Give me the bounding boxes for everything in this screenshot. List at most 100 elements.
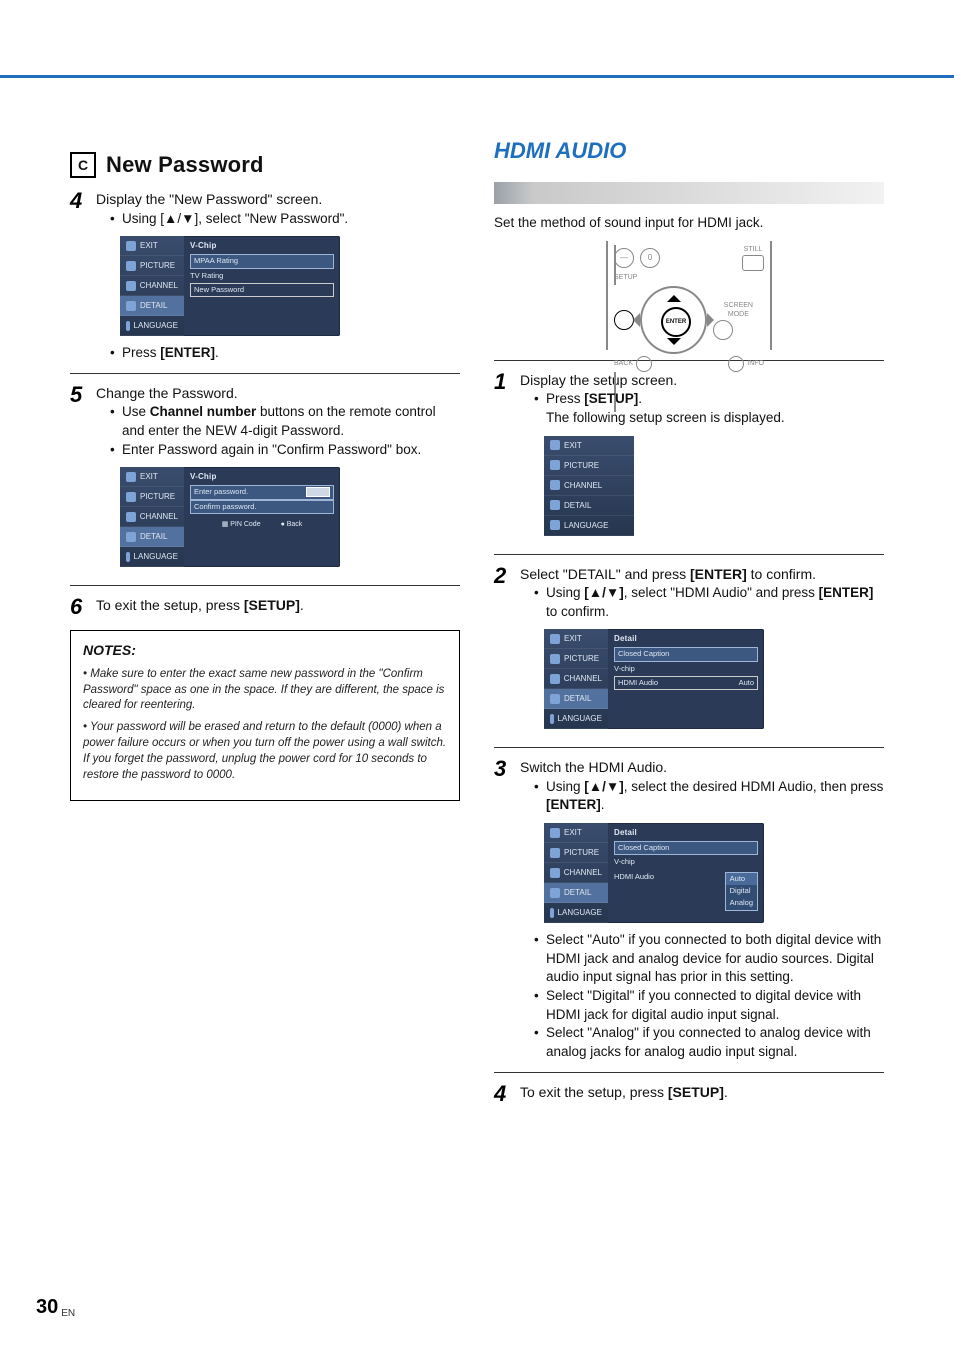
bullet-text: Using [▲/▼], select the desired HDMI Aud… xyxy=(546,779,883,813)
picture-icon xyxy=(126,261,136,271)
menu-item: EXIT xyxy=(140,471,158,482)
separator xyxy=(494,747,884,748)
menu-item: DETAIL xyxy=(564,500,591,511)
info-label: INFO xyxy=(747,359,764,369)
menu-item: CHANNEL xyxy=(564,867,602,878)
menu-item: CHANNEL xyxy=(140,511,178,522)
step-title: Display the setup screen. xyxy=(520,371,884,390)
detail-icon xyxy=(550,500,560,510)
intro-text: Set the method of sound input for HDMI j… xyxy=(494,214,884,233)
step-title: Select "DETAIL" and press [ENTER] to con… xyxy=(520,565,884,584)
bullet-subtext: The following setup screen is displayed. xyxy=(546,410,785,425)
osd-row-selected: New Password xyxy=(190,283,334,297)
osd-title: V-Chip xyxy=(190,471,334,482)
menu-item: LANGUAGE xyxy=(558,907,602,918)
channel-icon xyxy=(126,281,136,291)
detail-icon xyxy=(126,532,136,542)
language-icon xyxy=(550,714,554,724)
dpad: ENTER xyxy=(640,286,707,354)
step-number: 4 xyxy=(494,1083,512,1105)
menu-item: LANGUAGE xyxy=(134,320,178,331)
minus-button: — xyxy=(614,248,634,268)
step-number: 3 xyxy=(494,758,512,1061)
step-bullet: Select "Auto" if you connected to both d… xyxy=(534,931,884,987)
menu-item: LANGUAGE xyxy=(564,520,608,531)
channel-icon xyxy=(550,674,560,684)
step-number: 5 xyxy=(70,384,88,575)
osd-detail-hdmi: EXIT PICTURE CHANNEL DETAIL LANGUAGE Det… xyxy=(544,629,764,729)
language-icon xyxy=(550,908,554,918)
label: Enter password. xyxy=(194,487,248,497)
menu-item: EXIT xyxy=(140,240,158,251)
step-1: 1 Display the setup screen. Press [SETUP… xyxy=(494,371,884,544)
section-title-hdmi: HDMI AUDIO xyxy=(494,138,632,163)
menu-item: PICTURE xyxy=(564,460,599,471)
osd-footer: ▦ PIN Code ● Back xyxy=(190,520,334,530)
menu-item: PICTURE xyxy=(564,847,599,858)
section-letter-box: C xyxy=(70,152,96,178)
osd-row: V-chip xyxy=(614,855,758,869)
zero-button: 0 xyxy=(640,248,660,268)
back-button xyxy=(636,356,652,372)
step-6: 6 To exit the setup, press [SETUP]. xyxy=(70,596,460,618)
bullet-text: Press [ENTER]. xyxy=(122,345,219,360)
osd-title: Detail xyxy=(614,827,758,838)
step-title: Display the "New Password" screen. xyxy=(96,190,460,209)
menu-item: CHANNEL xyxy=(140,280,178,291)
step-5: 5 Change the Password. Use Channel numbe… xyxy=(70,384,460,575)
osd-vchip-new-password: EXIT PICTURE CHANNEL DETAIL LANGUAGE V-C… xyxy=(120,236,340,336)
osd-confirm-password: Confirm password. xyxy=(190,500,334,514)
osd-vchip-enter-password: EXIT PICTURE CHANNEL DETAIL LANGUAGE V-C… xyxy=(120,467,340,567)
step-bullet: Enter Password again in "Confirm Passwor… xyxy=(110,441,460,460)
down-arrow-icon xyxy=(667,338,681,352)
picture-icon xyxy=(550,460,560,470)
note-item: • Make sure to enter the exact same new … xyxy=(83,667,447,715)
osd-option-list: Auto Digital Analog xyxy=(725,872,758,911)
exit-icon xyxy=(550,634,560,644)
page-number: 30 EN xyxy=(36,1296,75,1319)
separator xyxy=(70,373,460,374)
left-arrow-icon xyxy=(626,313,640,327)
step-number: 1 xyxy=(494,371,512,544)
setup-label: SETUP xyxy=(614,273,764,283)
up-arrow-icon xyxy=(667,288,681,302)
step-bullet: Press [SETUP]. The following setup scree… xyxy=(534,390,884,427)
section-letter: C xyxy=(78,156,88,175)
notes-box: NOTES: • Make sure to enter the exact sa… xyxy=(70,630,460,800)
step-bullet: Using [▲/▼], select "HDMI Audio" and pre… xyxy=(534,584,884,621)
page-number-suffix: EN xyxy=(61,1308,75,1319)
menu-item: CHANNEL xyxy=(564,673,602,684)
step-4: 4 Display the "New Password" screen. Usi… xyxy=(70,190,460,363)
step-4-right: 4 To exit the setup, press [SETUP]. xyxy=(494,1083,884,1105)
step-3: 3 Switch the HDMI Audio. Using [▲/▼], se… xyxy=(494,758,884,1061)
left-column: C New Password 4 Display the "New Passwo… xyxy=(70,150,460,1289)
osd-row: V-chip xyxy=(614,662,758,676)
info-button xyxy=(728,356,744,372)
back-label: BACK xyxy=(614,359,633,369)
remote-diagram: — 0 STILL SETUP ENTER xyxy=(606,241,772,350)
right-arrow-icon xyxy=(707,313,721,327)
osd-option: Analog xyxy=(726,897,757,909)
menu-item: DETAIL xyxy=(564,887,591,898)
menu-item: DETAIL xyxy=(140,300,167,311)
separator xyxy=(494,1072,884,1073)
step-bullet: Using [▲/▼], select the desired HDMI Aud… xyxy=(534,778,884,815)
detail-icon xyxy=(126,301,136,311)
osd-title: V-Chip xyxy=(190,240,334,251)
step-title: To exit the setup, press [SETUP]. xyxy=(520,1083,884,1102)
picture-icon xyxy=(550,654,560,664)
bullet-text: Using [▲/▼], select "HDMI Audio" and pre… xyxy=(546,585,873,619)
menu-item: EXIT xyxy=(564,440,582,451)
step-bullet: Use Channel number buttons on the remote… xyxy=(110,403,460,440)
bullet-text: Press [SETUP]. xyxy=(546,391,642,406)
header-rule xyxy=(0,75,954,78)
note-item: • Your password will be erased and retur… xyxy=(83,720,447,783)
separator xyxy=(70,585,460,586)
section-header-c: C New Password xyxy=(70,150,460,180)
step-number: 6 xyxy=(70,596,88,618)
step-number: 4 xyxy=(70,190,88,363)
menu-item: EXIT xyxy=(564,633,582,644)
bullet-text: Use Channel number buttons on the remote… xyxy=(122,404,436,438)
exit-icon xyxy=(550,828,560,838)
step-2: 2 Select "DETAIL" and press [ENTER] to c… xyxy=(494,565,884,738)
